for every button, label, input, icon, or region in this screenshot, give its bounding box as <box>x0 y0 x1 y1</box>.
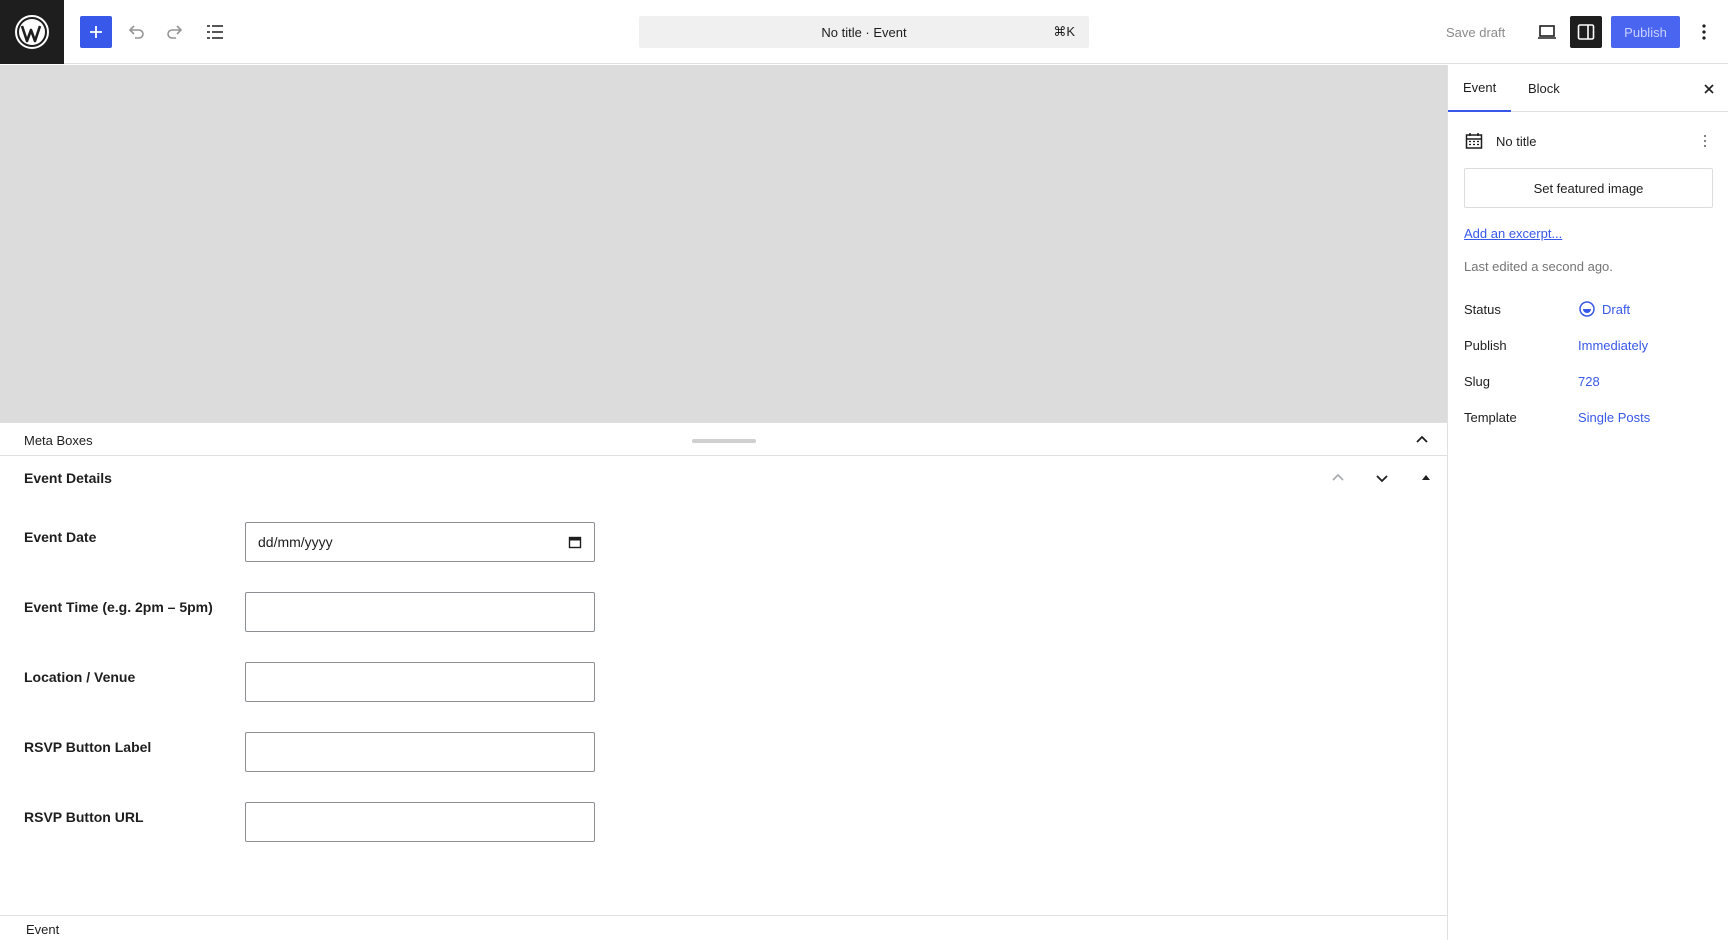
publish-row: Publish Immediately <box>1464 333 1713 357</box>
publish-button[interactable]: Publish <box>1611 16 1680 48</box>
publish-date-button[interactable]: Immediately <box>1578 338 1648 353</box>
triangle-up-icon <box>1422 475 1430 480</box>
document-overview-button[interactable] <box>199 16 231 48</box>
rsvp-label-input[interactable] <box>245 732 595 772</box>
draft-status-icon <box>1579 301 1595 317</box>
calendar-icon <box>1465 133 1483 149</box>
location-input[interactable] <box>245 662 595 702</box>
sidebar-icon <box>1577 24 1595 40</box>
redo-button[interactable] <box>159 16 191 48</box>
status-value-button[interactable]: Draft <box>1578 300 1630 318</box>
editor-header: No title · Event ⌘K Save draft Publish <box>0 0 1728 64</box>
editor-canvas[interactable] <box>0 65 1447 422</box>
plus-icon <box>90 26 102 38</box>
sidebar-tabs: Event Block <box>1448 65 1728 112</box>
add-excerpt-link[interactable]: Add an excerpt... <box>1464 226 1562 241</box>
rsvp-label-label: RSVP Button Label <box>24 739 152 755</box>
template-button[interactable]: Single Posts <box>1578 410 1650 425</box>
slug-button[interactable]: 728 <box>1578 374 1600 389</box>
meta-boxes-toggle-button[interactable] <box>1411 429 1433 451</box>
event-time-input[interactable] <box>245 592 595 632</box>
resize-handle[interactable] <box>692 439 756 443</box>
post-card: No title <box>1464 129 1713 153</box>
set-featured-image-button[interactable]: Set featured image <box>1464 168 1713 208</box>
view-button[interactable] <box>1531 16 1563 48</box>
chevron-down-icon <box>1376 475 1388 483</box>
more-vertical-icon <box>1703 134 1707 148</box>
block-inserter-button[interactable] <box>80 16 112 48</box>
event-date-value: dd/mm/yyyy <box>258 534 333 550</box>
wordpress-icon <box>15 15 49 49</box>
options-menu-button[interactable] <box>1688 16 1720 48</box>
event-date-input[interactable]: dd/mm/yyyy <box>245 522 595 562</box>
close-sidebar-button[interactable] <box>1697 77 1721 101</box>
settings-toggle-button[interactable] <box>1570 16 1602 48</box>
rsvp-url-input[interactable] <box>245 802 595 842</box>
template-row: Template Single Posts <box>1464 405 1713 429</box>
close-icon <box>1704 84 1714 94</box>
tab-event[interactable]: Event <box>1448 65 1512 112</box>
meta-boxes-header: Meta Boxes <box>0 422 1447 456</box>
meta-boxes-title: Meta Boxes <box>24 433 93 448</box>
post-title: No title <box>1496 133 1537 149</box>
undo-button[interactable] <box>120 16 152 48</box>
list-view-icon <box>207 25 223 39</box>
event-details-title: Event Details <box>24 470 112 486</box>
save-draft-button[interactable]: Save draft <box>1440 16 1511 48</box>
status-row: Status Draft <box>1464 297 1713 321</box>
redo-icon <box>167 25 183 39</box>
status-label: Status <box>1464 301 1501 317</box>
slug-row: Slug 728 <box>1464 369 1713 393</box>
event-time-label: Event Time (e.g. 2pm – 5pm) <box>24 599 213 615</box>
document-title: No title · Event <box>821 24 907 40</box>
move-up-button[interactable] <box>1326 466 1350 490</box>
toggle-panel-button[interactable] <box>1414 466 1438 490</box>
status-value: Draft <box>1602 301 1631 317</box>
template-label: Template <box>1464 409 1517 425</box>
rsvp-url-label: RSVP Button URL <box>24 809 144 825</box>
breadcrumb-item[interactable]: Event <box>26 922 59 937</box>
tab-block[interactable]: Block <box>1513 65 1575 112</box>
post-actions-button[interactable] <box>1697 129 1713 153</box>
wordpress-logo-button[interactable] <box>0 0 64 64</box>
command-palette-button[interactable]: No title · Event ⌘K <box>639 16 1089 48</box>
move-down-button[interactable] <box>1370 466 1394 490</box>
publish-label: Publish <box>1464 337 1507 353</box>
settings-sidebar: Event Block No title Set featured image … <box>1447 65 1728 940</box>
footer-breadcrumb-bar: Event <box>0 915 1447 940</box>
undo-icon <box>128 25 144 39</box>
command-shortcut: ⌘K <box>1053 24 1075 39</box>
calendar-icon[interactable] <box>568 535 582 549</box>
location-label: Location / Venue <box>24 669 136 685</box>
chevron-up-icon <box>1332 473 1344 481</box>
more-vertical-icon <box>1702 24 1706 40</box>
chevron-up-icon <box>1416 435 1428 443</box>
event-date-label: Event Date <box>24 529 97 545</box>
desktop-icon <box>1538 25 1556 39</box>
slug-label: Slug <box>1464 373 1491 389</box>
last-edited-text: Last edited a second ago. <box>1464 259 1613 274</box>
